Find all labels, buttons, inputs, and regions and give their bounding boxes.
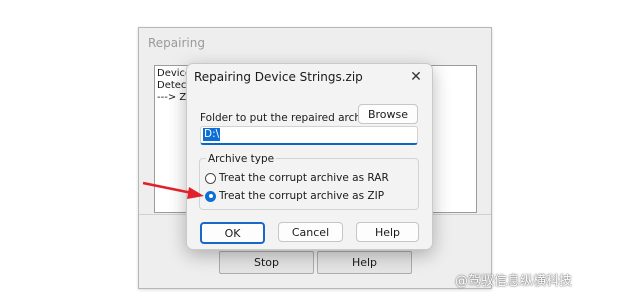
- watermark: @驾驭信息纵横科技: [455, 274, 573, 289]
- annotation-arrow-icon: [142, 181, 204, 199]
